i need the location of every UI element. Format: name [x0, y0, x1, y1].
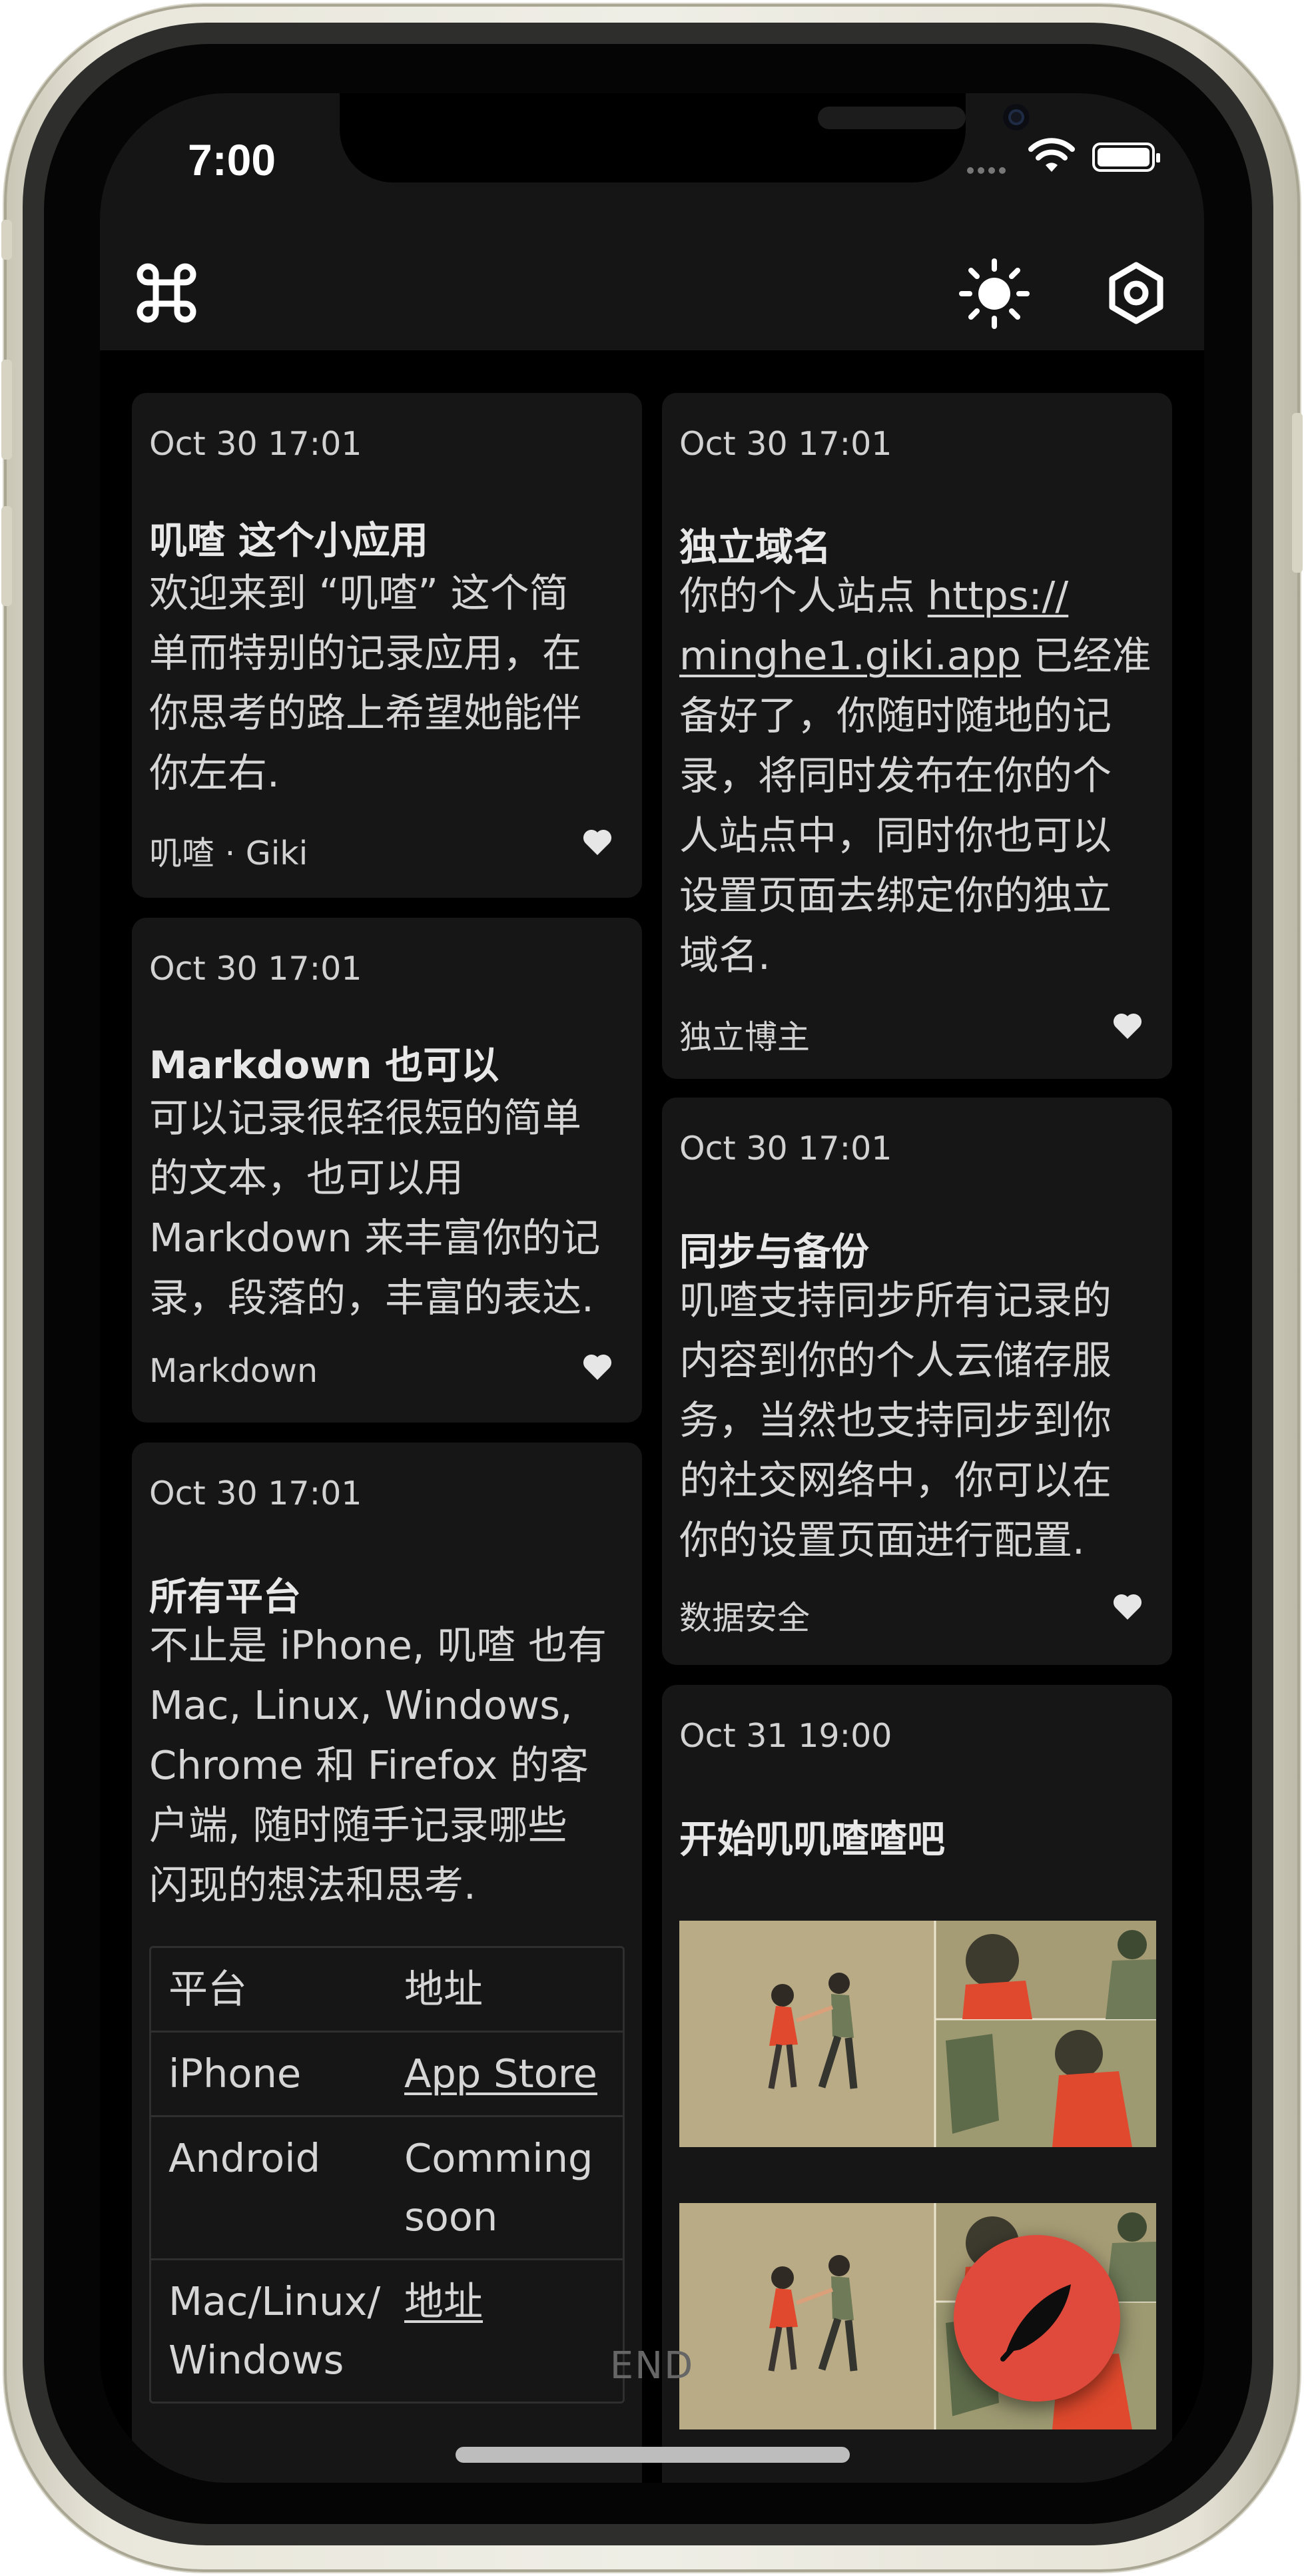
- note-body: 可以记录很轻很短的简单 的文本，也可以用 Markdown 来丰富你的记 录，段…: [149, 1095, 601, 1321]
- screen: 7:00 Oct 30 17:01 叽喳 这个小应用 欢迎来到 “叽喳” 这个简…: [100, 93, 1204, 2483]
- note-body: 不止是 iPhone, 叽喳 也有 Mac, Linux, Windows, C…: [149, 1622, 607, 1908]
- notch: [340, 93, 1030, 182]
- note-card[interactable]: Oct 30 17:01 同步与备份 叽喳支持同步所有记录的 内容到你的个人云储…: [662, 1098, 1172, 1665]
- heart-icon[interactable]: [1112, 1593, 1143, 1621]
- sun-icon[interactable]: [958, 257, 1031, 330]
- note-date: Oct 30 17:01: [149, 425, 362, 463]
- app-store-link[interactable]: App Store: [404, 2051, 597, 2096]
- download-link[interactable]: 地址: [404, 2278, 483, 2324]
- status-time: 7:00: [188, 135, 276, 184]
- device-button: [1, 360, 12, 460]
- note-title: 开始叽叽喳喳吧: [679, 1817, 945, 1861]
- table-row: Android Comming soon: [151, 2115, 623, 2258]
- note-date: Oct 30 17:01: [679, 1129, 892, 1167]
- device-button: [1, 220, 12, 260]
- command-icon[interactable]: [135, 261, 198, 325]
- note-title: 独立域名: [679, 525, 831, 569]
- table-header-row: 平台 地址: [151, 1948, 623, 2031]
- site-link[interactable]: minghe1.giki.app: [679, 633, 1021, 679]
- note-tag[interactable]: 数据安全: [679, 1592, 810, 1639]
- note-body: 欢迎来到 “叽喳” 这个简 单而特别的记录应用，在 你思考的路上希望她能伴 你左…: [149, 570, 582, 796]
- note-card[interactable]: Oct 30 17:01 所有平台 不止是 iPhone, 叽喳 也有 Mac,…: [132, 1443, 642, 2483]
- note-tag[interactable]: Markdown: [149, 1352, 318, 1390]
- heart-icon[interactable]: [582, 1353, 613, 1381]
- wifi-icon: [1028, 138, 1075, 172]
- dancing-couple-illustration[interactable]: [679, 1921, 1156, 2147]
- home-indicator[interactable]: [456, 2447, 850, 2463]
- note-card[interactable]: Oct 30 17:01 叽喳 这个小应用 欢迎来到 “叽喳” 这个简 单而特别…: [132, 393, 642, 898]
- table-cell: iPhone: [168, 2051, 302, 2096]
- table-row: iPhone App Store: [151, 2031, 623, 2115]
- table-cell: App Store: [387, 2033, 623, 2115]
- note-date: Oct 31 19:00: [679, 1717, 892, 1755]
- note-title: Markdown 也可以: [149, 1044, 499, 1088]
- note-card[interactable]: Oct 30 17:01 Markdown 也可以 可以记录很轻很短的简单 的文…: [132, 918, 642, 1423]
- note-body: 叽喳支持同步所有记录的 内容到你的个人云储存服 务，当然也支持同步到你 的社交网…: [679, 1277, 1112, 1563]
- heart-icon[interactable]: [582, 828, 613, 856]
- compose-button[interactable]: [954, 2235, 1120, 2402]
- platform-table: 平台 地址 iPhone App Store Android Comming s…: [149, 1946, 625, 2404]
- note-title: 同步与备份: [679, 1230, 869, 1274]
- site-link[interactable]: https://: [928, 573, 1068, 619]
- table-cell: Comming soon: [404, 2135, 593, 2240]
- table-cell: Android: [168, 2135, 321, 2181]
- speaker: [818, 107, 966, 129]
- note-tag[interactable]: 独立博主: [679, 1011, 810, 1058]
- note-body: 你的个人站点 https:// minghe1.giki.app 已经准 备好了…: [679, 573, 1151, 978]
- cellular-signal-icon: [967, 164, 1010, 176]
- camera: [1003, 104, 1030, 131]
- battery-icon: [1092, 143, 1160, 172]
- note-title: 叽喳 这个小应用: [149, 519, 428, 563]
- table-header-cell: 地址: [404, 1966, 484, 2012]
- note-tag[interactable]: 叽喳 · Giki: [149, 827, 308, 874]
- feather-pen-icon: [1000, 2284, 1071, 2362]
- status-bar: 7:00: [100, 93, 1204, 233]
- note-title: 所有平台: [149, 1575, 301, 1619]
- device-button: [1292, 413, 1303, 573]
- top-app-bar: [100, 233, 1204, 350]
- device-button: [1, 506, 12, 606]
- table-header-cell: 平台: [168, 1966, 248, 2012]
- note-date: Oct 30 17:01: [149, 1474, 362, 1512]
- heart-icon[interactable]: [1112, 1012, 1143, 1040]
- notes-feed[interactable]: Oct 30 17:01 叽喳 这个小应用 欢迎来到 “叽喳” 这个简 单而特别…: [100, 350, 1204, 2483]
- note-date: Oct 30 17:01: [679, 425, 892, 463]
- settings-icon[interactable]: [1104, 261, 1168, 325]
- note-card[interactable]: Oct 30 17:01 独立域名 你的个人站点 https:// minghe…: [662, 393, 1172, 1079]
- note-date: Oct 30 17:01: [149, 950, 362, 988]
